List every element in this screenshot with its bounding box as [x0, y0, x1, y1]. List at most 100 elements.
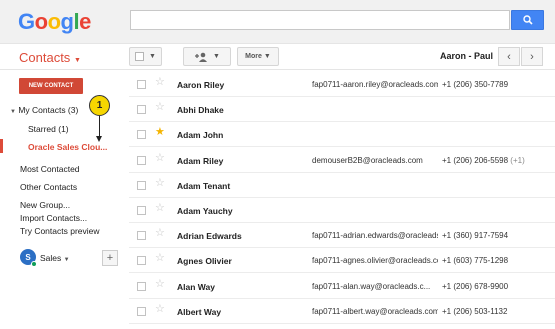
table-row[interactable]: ★ Adam John: [129, 122, 555, 148]
contact-email: fap0711-alan.way@oracleads.c...: [312, 281, 431, 291]
sidebar-item-oracle-sales-cloud[interactable]: Oracle Sales Clou...: [28, 142, 107, 152]
table-row[interactable]: ☆ Albert Way fap0711-albert.way@oracleads.…: [129, 299, 555, 324]
row-checkbox[interactable]: [137, 231, 146, 241]
row-checkbox[interactable]: [137, 281, 146, 291]
search-icon: [522, 15, 533, 25]
star-icon[interactable]: ☆: [155, 152, 165, 164]
import-contacts-link[interactable]: Import Contacts...: [20, 213, 87, 223]
row-checkbox[interactable]: [137, 130, 146, 140]
dropdown-arrow-icon: ▼: [213, 53, 220, 60]
try-preview-link[interactable]: Try Contacts preview: [20, 226, 100, 236]
star-icon[interactable]: ☆: [155, 253, 165, 264]
select-all-checkbox: [135, 52, 145, 61]
prev-page-button[interactable]: ‹: [498, 47, 520, 66]
phone-number: +1 (360) 917-7594: [442, 231, 509, 241]
account-menu[interactable]: Sales ▼: [40, 253, 70, 263]
search-input[interactable]: [130, 10, 510, 30]
chevron-left-icon: ‹: [507, 50, 511, 63]
contact-email: fap0711-albert.way@oracleads.com: [312, 306, 438, 316]
contact-name: Adrian Edwards: [177, 231, 242, 242]
online-status-icon: [31, 261, 37, 267]
row-checkbox[interactable]: [137, 105, 146, 115]
app-title: Contacts: [19, 50, 71, 65]
phone-extra: (+1): [510, 155, 525, 165]
phone-number: +1 (206) 350-7789: [442, 80, 509, 89]
contact-email: fap0711-agnes.olivier@oracleads.com: [312, 256, 438, 266]
logo-letter: e: [79, 9, 91, 34]
new-group-link[interactable]: New Group...: [20, 200, 70, 210]
contact-email: fap0711-adrian.edwards@oracleads.com: [312, 231, 438, 241]
app-title-menu[interactable]: Contacts ▼: [19, 50, 81, 65]
star-icon[interactable]: ☆: [155, 203, 165, 214]
contact-phone: +1 (603) 775-1298: [442, 256, 508, 265]
row-checkbox[interactable]: [137, 155, 146, 165]
step-callout: 1: [89, 95, 110, 116]
star-icon[interactable]: ☆: [155, 102, 165, 113]
contact-phone: +1 (206) 503-1132: [442, 307, 507, 316]
contact-phone: +1 (206) 206-5598 (+1): [442, 156, 525, 165]
star-icon[interactable]: ★: [155, 127, 165, 138]
contact-phone: +1 (206) 350-7789: [442, 80, 508, 89]
row-checkbox[interactable]: [137, 80, 146, 89]
table-row[interactable]: ☆ Adam Tenant: [129, 173, 555, 198]
contact-name: Adam John: [177, 130, 224, 141]
contact-name: Adam Riley: [177, 155, 224, 166]
star-icon[interactable]: ☆: [155, 278, 165, 290]
add-to-group-button[interactable]: ▼: [183, 47, 231, 66]
sidebar-item-label: My Contacts (3): [18, 105, 79, 115]
row-checkbox[interactable]: [137, 306, 146, 316]
contact-email: fap0711-aaron.riley@oracleads.com: [312, 80, 438, 89]
expand-arrow-icon: ▼: [10, 109, 16, 115]
table-row[interactable]: ☆ Adam Riley demouserB2B@oracleads.com +1 (…: [129, 148, 555, 173]
sidebar-item-starred[interactable]: Starred (1): [28, 124, 69, 134]
plus-icon: +: [106, 252, 114, 264]
table-row[interactable]: ☆ Agnes Olivier fap0711-agnes.olivier@orac…: [129, 248, 555, 274]
star-icon[interactable]: ☆: [155, 303, 165, 315]
table-row[interactable]: ☆ Abhi Dhake: [129, 97, 555, 123]
logo-letter: o: [34, 9, 48, 34]
callout-arrow-head: [96, 136, 102, 142]
row-checkbox[interactable]: [137, 206, 146, 215]
contact-email: demouserB2B@oracleads.com: [312, 155, 423, 165]
sidebar-item-most-contacted[interactable]: Most Contacted: [20, 164, 80, 174]
table-row[interactable]: ☆ Adam Yauchy: [129, 198, 555, 223]
phone-number: +1 (206) 678-9900: [442, 281, 509, 291]
toolbar: Contacts ▼ ▼ ▼ More ▼ Aaron - Paul ‹ ›: [0, 44, 555, 70]
star-icon[interactable]: ☆: [155, 177, 165, 189]
account-label: Sales: [40, 253, 62, 263]
table-row[interactable]: ☆ Alan Way fap0711-alan.way@oracleads.c...…: [129, 274, 555, 299]
phone-number: +1 (603) 775-1298: [442, 256, 509, 266]
row-checkbox[interactable]: [137, 256, 146, 266]
star-icon[interactable]: ☆: [155, 77, 165, 88]
phone-number: +1 (206) 206-5598: [442, 155, 509, 165]
new-contact-button[interactable]: NEW CONTACT: [19, 78, 83, 94]
dropdown-arrow-icon: ▼: [263, 53, 271, 60]
search-button[interactable]: [511, 10, 544, 30]
sidebar-item-other-contacts[interactable]: Other Contacts: [20, 182, 77, 192]
chevron-right-icon: ›: [530, 50, 534, 63]
sidebar-item-my-contacts[interactable]: ▼ My Contacts (3): [10, 105, 78, 115]
page-range: Aaron - Paul: [440, 51, 494, 61]
contact-name: Adam Yauchy: [177, 206, 233, 216]
select-checkbox-button[interactable]: ▼: [129, 47, 162, 66]
logo-letter: o: [47, 9, 61, 34]
contact-phone: +1 (360) 917-7594: [442, 231, 508, 240]
contact-name: Alan Way: [177, 281, 215, 292]
dropdown-arrow-icon: ▼: [63, 257, 70, 263]
dropdown-arrow-icon: ▼: [73, 57, 81, 64]
contact-name: Abhi Dhake: [177, 105, 224, 116]
google-logo[interactable]: Google: [18, 9, 91, 35]
add-chat-button[interactable]: +: [102, 250, 118, 266]
next-page-button[interactable]: ›: [521, 47, 543, 66]
phone-number: +1 (206) 503-1132: [442, 306, 508, 316]
contact-name: Aaron Riley: [177, 80, 225, 90]
more-button[interactable]: More ▼: [237, 47, 279, 66]
top-bar: Google: [0, 0, 555, 44]
row-checkbox[interactable]: [137, 180, 146, 190]
table-row[interactable]: ☆ Adrian Edwards fap0711-adrian.edwards@or…: [129, 223, 555, 249]
star-icon[interactable]: ☆: [155, 228, 165, 239]
contact-name: Adam Tenant: [177, 180, 231, 191]
table-row[interactable]: ☆ Aaron Riley fap0711-aaron.riley@oraclead…: [129, 72, 555, 97]
logo-letter: G: [18, 9, 35, 34]
callout-arrow: [99, 116, 100, 137]
